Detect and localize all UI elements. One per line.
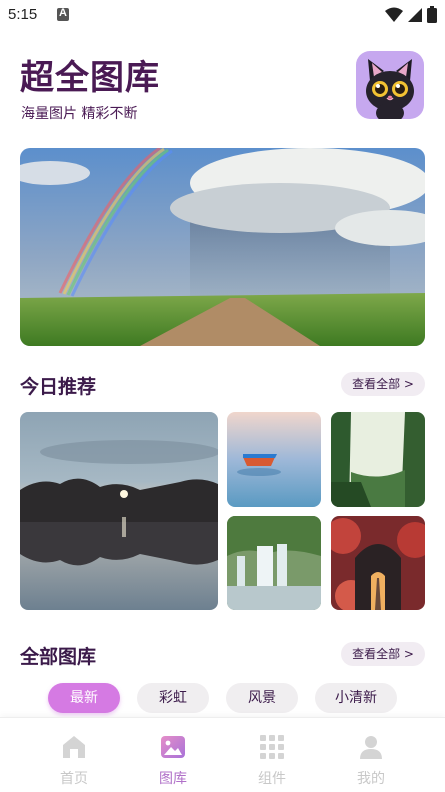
section-title-today: 今日推荐 [20,372,96,399]
photo-waterfall-image [227,516,321,610]
banner-rainbow[interactable] [20,148,425,346]
page-subtitle: 海量图片 精彩不断 [21,106,138,122]
view-all-today-button[interactable]: 查看全部 > [341,372,425,396]
notification-app-icon [57,7,69,21]
profile-icon [360,736,382,759]
photo-lake-dusk[interactable] [20,412,218,610]
photo-tunnel[interactable] [331,516,425,610]
black-cat-icon [366,59,414,119]
tab-widgets-label: 组件 [258,771,286,787]
battery-icon [427,6,437,23]
section-title-all: 全部图库 [20,642,96,669]
photo-foggy-forest-image [331,412,425,507]
view-all-gallery-button[interactable]: 查看全部 > [341,642,425,666]
photo-boat-image [227,412,321,507]
photo-waterfall[interactable] [227,516,321,610]
banner-image [20,148,425,346]
section-title-today-text: 今日 [20,376,59,398]
page-title: 超全图库 [20,58,160,98]
wifi-icon [385,7,403,22]
tab-profile-label: 我的 [357,771,385,787]
gallery-icon [161,736,185,758]
chip-rainbow[interactable]: 彩虹 [137,683,209,713]
tab-gallery[interactable]: 图库 [123,718,223,792]
tab-profile[interactable]: 我的 [321,718,421,792]
status-time: 5:15 [8,6,38,23]
status-icons [385,6,437,23]
bottom-tab-bar: 首页 图库 组件 我的 [0,717,445,792]
section-title-all-text: 全部 [20,646,59,668]
section-title-today-highlight: 推荐 [58,376,97,398]
category-chips: 最新 彩虹 风景 小清新 [0,683,445,713]
avatar[interactable] [356,51,424,119]
photo-tunnel-image [331,516,425,610]
photo-lake-dusk-image [20,412,218,610]
chip-fresh[interactable]: 小清新 [315,683,397,713]
chip-scenery[interactable]: 风景 [226,683,298,713]
tab-home[interactable]: 首页 [24,718,124,792]
chip-latest[interactable]: 最新 [48,683,120,713]
tab-gallery-label: 图库 [159,771,187,787]
tab-home-label: 首页 [60,771,88,787]
photo-boat[interactable] [227,412,321,507]
grid-icon [260,735,284,759]
photo-foggy-forest[interactable] [331,412,425,507]
section-title-all-highlight: 图库 [58,646,97,668]
tab-widgets[interactable]: 组件 [222,718,322,792]
status-bar: 5:15 [0,0,445,30]
home-icon [63,736,85,758]
cellular-signal-icon [408,7,422,22]
